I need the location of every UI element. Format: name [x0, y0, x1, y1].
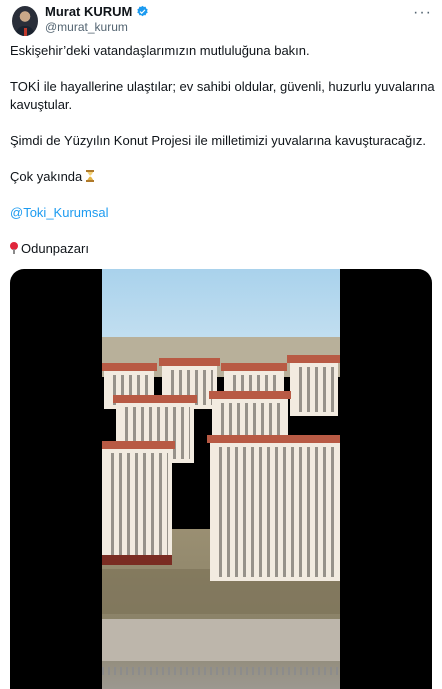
tweet-paragraph-4: Çok yakında	[10, 168, 436, 186]
tweet-paragraph-5: @Toki_Kurumsal	[10, 204, 436, 222]
author-display-name[interactable]: Murat KURUM	[45, 4, 132, 19]
tweet-paragraph-2-line-2: kavuştular.	[10, 97, 73, 112]
tweet-paragraph-1: Eskişehir’deki vatandaşlarımızın mutlulu…	[10, 43, 310, 58]
mention-link[interactable]: @Toki_Kurumsal	[10, 205, 108, 220]
avatar[interactable]	[12, 6, 38, 36]
video-frame	[102, 269, 340, 689]
tweet-paragraph-6: Odunpazarı	[10, 240, 436, 258]
round-pushpin-icon	[10, 242, 18, 254]
building	[102, 441, 175, 565]
coming-soon-text: Çok yakında	[10, 169, 83, 184]
hourglass-icon	[86, 170, 95, 182]
video-road	[102, 619, 340, 661]
tweet-header: Murat KURUM @murat_kurum ···	[12, 4, 432, 38]
more-horizontal-icon[interactable]: ···	[413, 4, 432, 22]
building	[287, 355, 340, 416]
tweet-paragraph-3: Şimdi de Yüzyılın Konut Projesi ile mill…	[10, 133, 426, 148]
tweet-paragraph-2-line-1: TOKİ ile hayallerine ulaştılar; ev sahib…	[10, 79, 435, 94]
tweet-paragraph-2: TOKİ ile hayallerine ulaştılar; ev sahib…	[10, 78, 436, 114]
author-name-row[interactable]: Murat KURUM	[45, 4, 149, 19]
video-fence	[102, 667, 340, 675]
video-player[interactable]	[10, 269, 432, 689]
verified-badge-icon	[137, 5, 149, 17]
author-handle[interactable]: @murat_kurum	[45, 20, 128, 34]
building	[207, 435, 340, 581]
avatar-tie	[24, 28, 27, 36]
location-text: Odunpazarı	[21, 241, 89, 256]
tweet-text: Eskişehir’deki vatandaşlarımızın mutlulu…	[10, 42, 436, 276]
